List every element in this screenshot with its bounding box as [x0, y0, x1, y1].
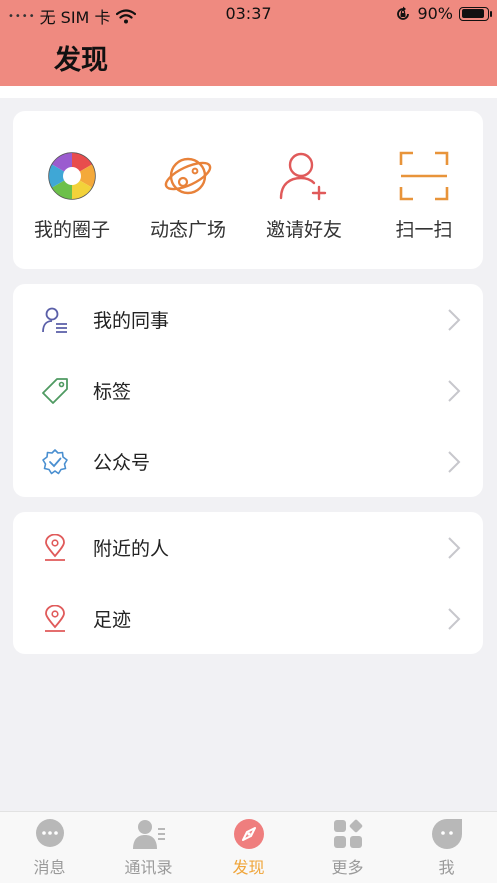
grid-label: 扫一扫 [395, 219, 453, 241]
tab-contacts[interactable]: 通讯录 [99, 812, 198, 883]
location-pin-icon [45, 605, 65, 632]
rotation-lock-icon [397, 6, 410, 20]
list-item-label: 标签 [93, 381, 132, 403]
header-divider [0, 86, 497, 98]
aperture-icon [48, 152, 96, 200]
battery-fill [461, 9, 484, 18]
chat-bubble-icon [35, 819, 64, 847]
tab-label: 消息 [33, 858, 66, 877]
profile-face-icon [431, 819, 462, 849]
compass-icon [233, 819, 264, 849]
list-item-label: 我的同事 [93, 310, 170, 332]
chevron-right-icon [448, 537, 461, 559]
list-item-label: 附近的人 [93, 538, 170, 560]
list-item-footprints[interactable]: 足迹 [13, 583, 483, 654]
tag-icon [42, 378, 68, 404]
moments-square-button[interactable]: 动态广场 [133, 111, 243, 269]
tab-discover[interactable]: 发现 [199, 812, 298, 883]
page-title: 发现 [54, 45, 108, 76]
list-item-colleagues[interactable]: 我的同事 [13, 284, 483, 355]
list-item-nearby[interactable]: 附近的人 [13, 512, 483, 583]
list-item-tags[interactable]: 标签 [13, 355, 483, 426]
app-header: •••• 无 SIM 卡 03:37 90% 发现 [0, 0, 497, 86]
colleague-icon [42, 307, 67, 333]
tab-label: 通讯录 [124, 858, 173, 877]
tab-messages[interactable]: 消息 [0, 812, 99, 883]
menu-card-2: 附近的人 足迹 [13, 512, 483, 654]
invite-friends-button[interactable]: 邀请好友 [249, 111, 359, 269]
chevron-right-icon [448, 380, 461, 402]
list-item-official-accounts[interactable]: 公众号 [13, 426, 483, 497]
grid-label: 动态广场 [149, 219, 226, 241]
tab-me[interactable]: 我 [397, 812, 496, 883]
battery-icon [459, 6, 492, 21]
grid-label: 我的圈子 [33, 219, 110, 241]
status-bar: •••• 无 SIM 卡 03:37 90% [0, 0, 497, 28]
contacts-icon [132, 820, 165, 849]
quick-actions-card: 我的圈子 动态广场 邀请好友 扫一扫 [13, 111, 483, 269]
menu-card-1: 我的同事 标签 公众号 [13, 284, 483, 497]
grid-label: 邀请好友 [265, 219, 342, 241]
tab-label: 发现 [232, 858, 265, 877]
planet-icon [164, 157, 212, 195]
location-pin-icon [45, 534, 65, 561]
tab-more[interactable]: 更多 [298, 812, 397, 883]
list-item-label: 公众号 [93, 452, 151, 474]
add-user-icon [279, 152, 327, 201]
my-circles-button[interactable]: 我的圈子 [17, 111, 127, 269]
tab-bar: 消息 通讯录 发现 更多 我 [0, 811, 497, 883]
apps-grid-icon [333, 819, 362, 848]
verified-badge-icon [42, 449, 68, 475]
scan-button[interactable]: 扫一扫 [369, 111, 479, 269]
list-item-label: 足迹 [93, 609, 132, 631]
chevron-right-icon [448, 309, 461, 331]
scan-icon [399, 151, 449, 201]
tab-label: 更多 [331, 858, 364, 877]
chevron-right-icon [448, 608, 461, 630]
chevron-right-icon [448, 451, 461, 473]
tab-label: 我 [438, 858, 455, 877]
battery-percent: 90% [417, 4, 453, 23]
